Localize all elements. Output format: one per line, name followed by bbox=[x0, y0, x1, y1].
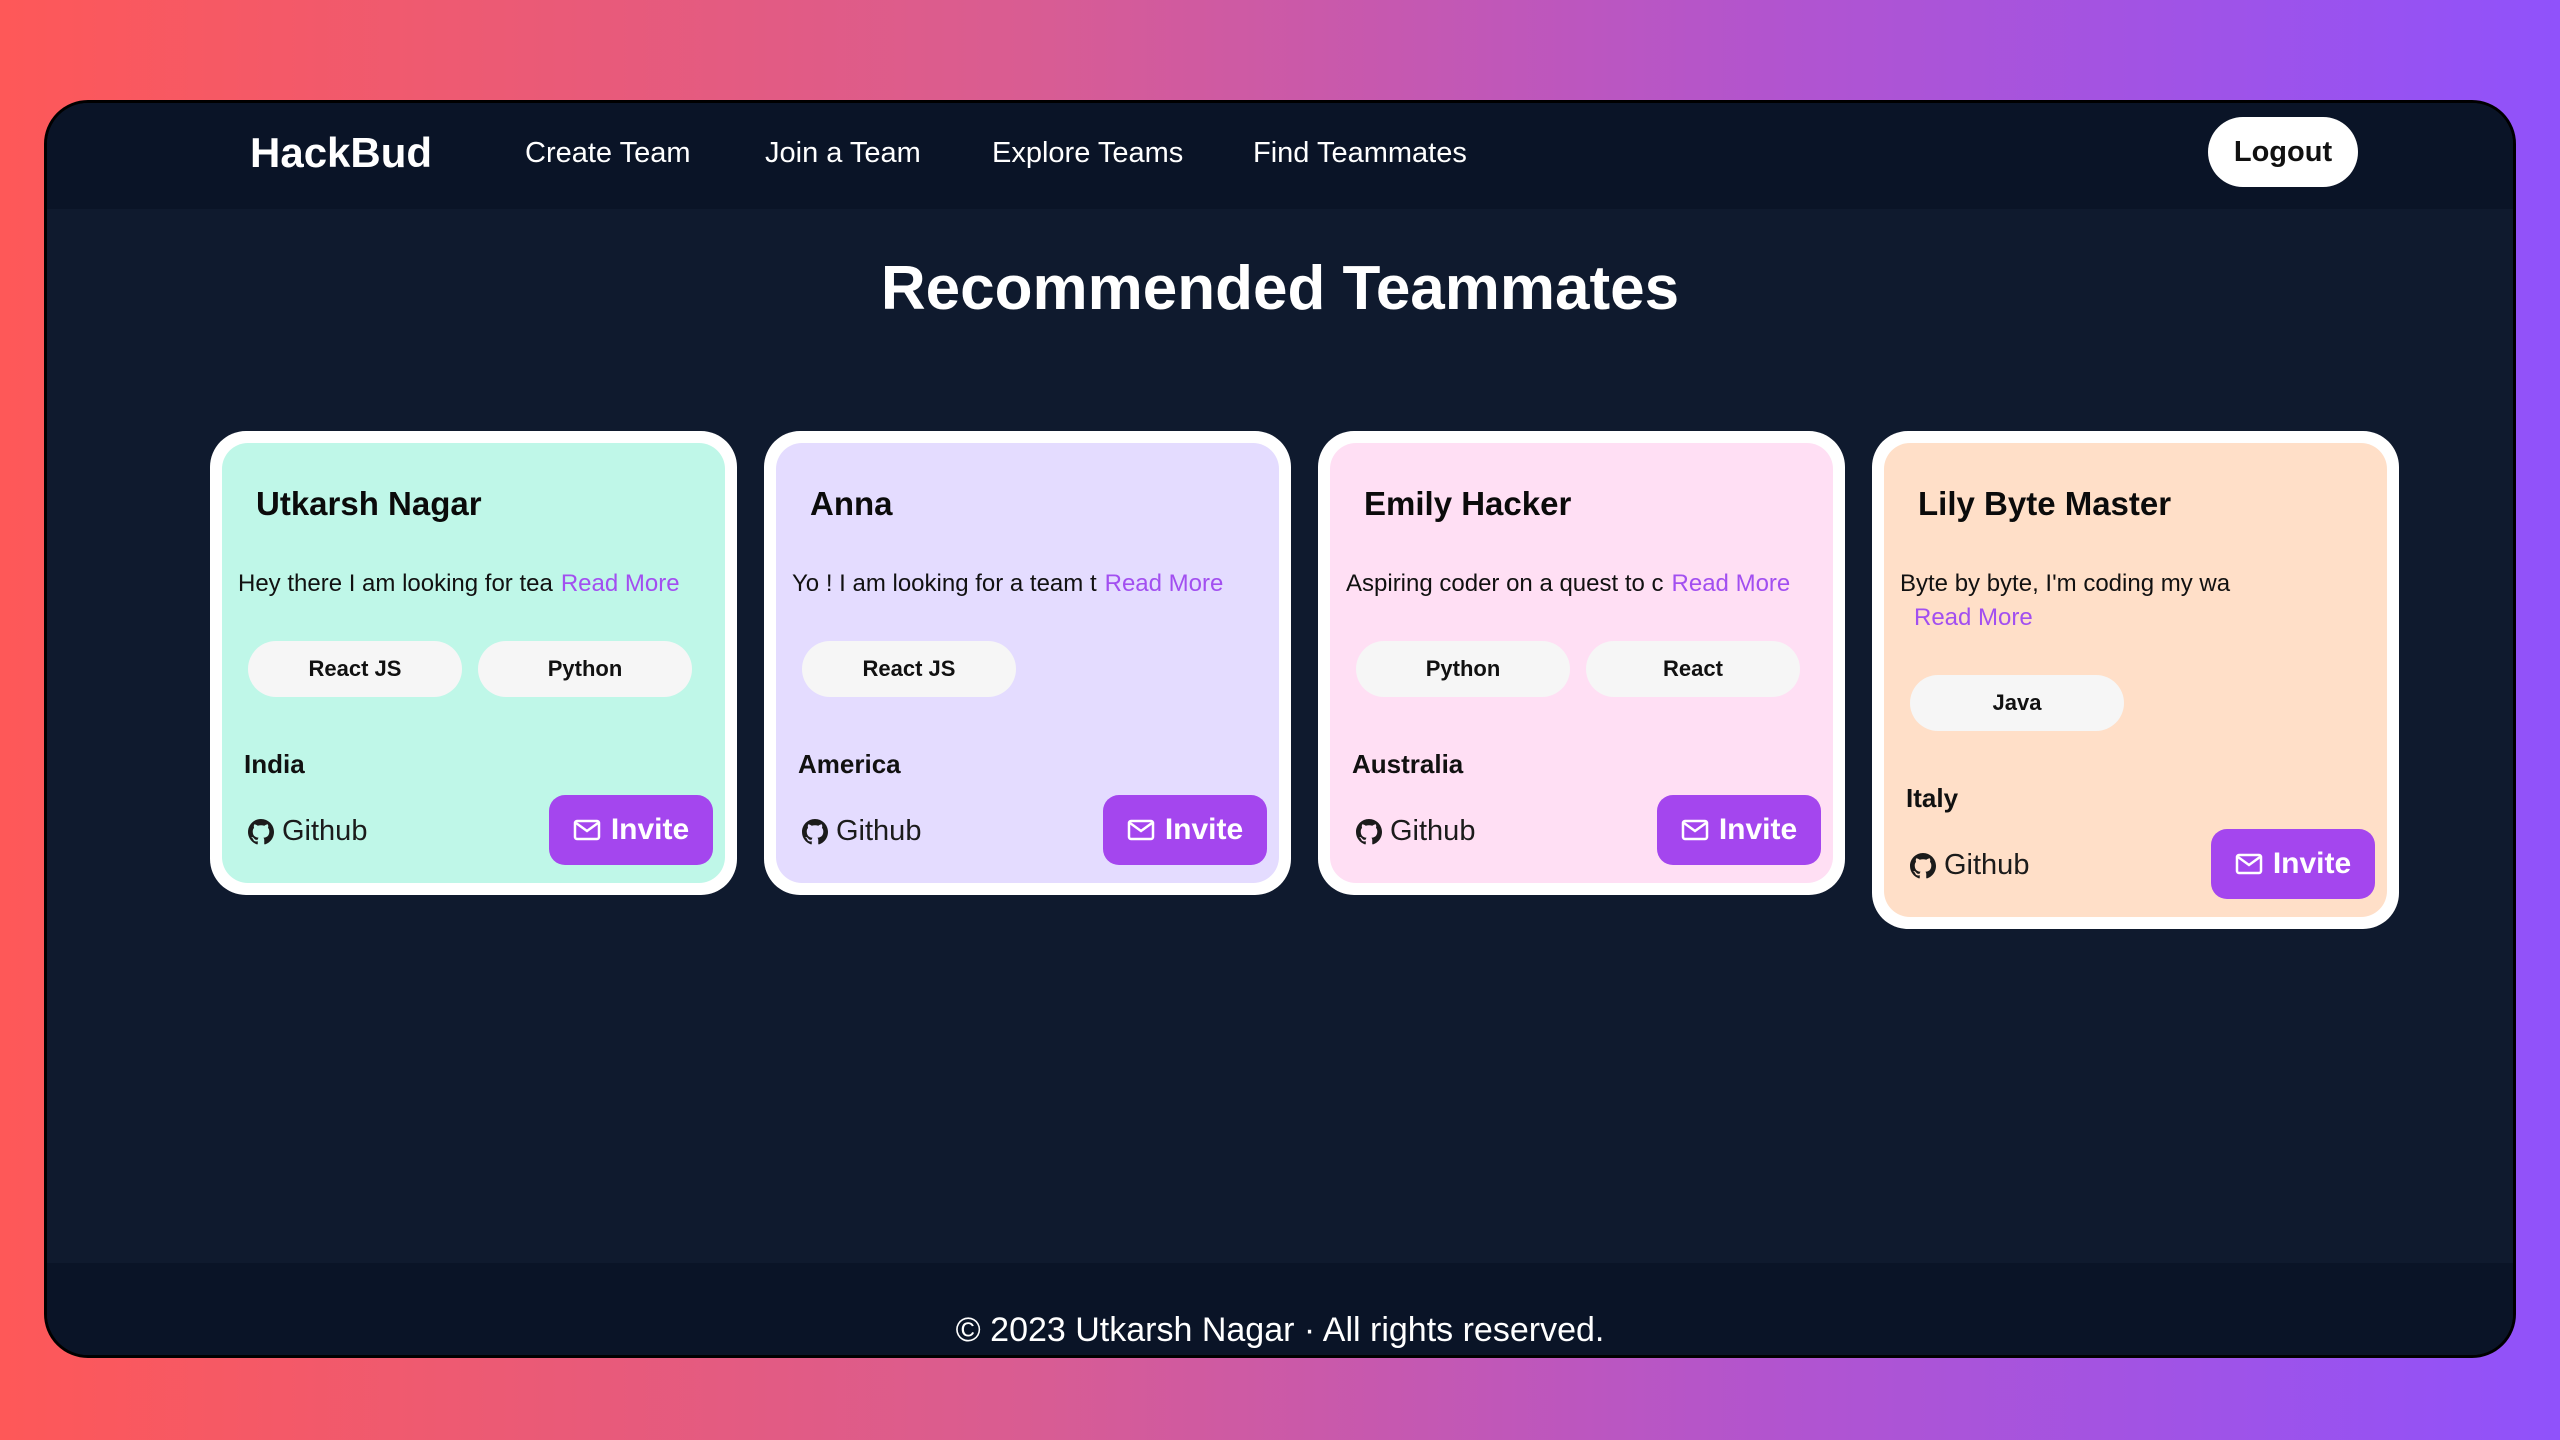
invite-label: Invite bbox=[610, 813, 690, 846]
footer: © 2023 Utkarsh Nagar · All rights reserv… bbox=[47, 1263, 2513, 1355]
github-icon bbox=[1356, 818, 1382, 844]
teammate-country: America bbox=[798, 749, 901, 779]
read-more-link[interactable]: Read More bbox=[1914, 604, 2033, 631]
nav-find-teammates[interactable]: Find Teammates bbox=[1253, 137, 1467, 170]
skill-tag: Python bbox=[478, 641, 692, 697]
invite-button[interactable]: Invite bbox=[1657, 795, 1821, 865]
teammate-country: India bbox=[244, 749, 305, 779]
teammate-card: Utkarsh Nagar Hey there I am looking for… bbox=[210, 431, 737, 895]
skill-tags: React JS Python bbox=[248, 641, 692, 697]
github-link[interactable]: Github bbox=[1356, 815, 1475, 848]
read-more-link[interactable]: Read More bbox=[1672, 570, 1791, 597]
skill-tags: Python React bbox=[1356, 641, 1800, 697]
teammate-name: Anna bbox=[810, 485, 893, 522]
skill-tag: React JS bbox=[802, 641, 1016, 697]
teammate-card: Lily Byte Master Byte by byte, I'm codin… bbox=[1872, 431, 2399, 929]
card-body: Anna Yo ! I am looking for a team t Read … bbox=[776, 443, 1279, 883]
github-label: Github bbox=[1944, 849, 2030, 881]
skill-tag: Python bbox=[1356, 641, 1570, 697]
github-link[interactable]: Github bbox=[802, 815, 921, 848]
nav-create-team[interactable]: Create Team bbox=[525, 137, 691, 170]
bio-text: Aspiring coder on a quest to c bbox=[1346, 570, 1664, 597]
invite-label: Invite bbox=[1164, 813, 1244, 846]
footer-copyright: © 2023 Utkarsh Nagar · All rights reserv… bbox=[955, 1311, 1605, 1349]
invite-button[interactable]: Invite bbox=[549, 795, 713, 865]
card-body: Utkarsh Nagar Hey there I am looking for… bbox=[222, 443, 725, 883]
skill-tags: Java bbox=[1910, 675, 2124, 731]
mail-icon bbox=[2235, 853, 2263, 875]
teammate-country: Australia bbox=[1352, 749, 1464, 779]
skill-tag: React JS bbox=[248, 641, 462, 697]
github-label: Github bbox=[282, 815, 368, 847]
teammate-card: Emily Hacker Aspiring coder on a quest t… bbox=[1318, 431, 1845, 895]
nav-join-team[interactable]: Join a Team bbox=[765, 137, 921, 170]
skill-tags: React JS bbox=[802, 641, 1016, 697]
github-link[interactable]: Github bbox=[248, 815, 367, 848]
teammate-bio: Aspiring coder on a quest to c Read More bbox=[1346, 567, 1826, 601]
nav-explore-teams[interactable]: Explore Teams bbox=[992, 137, 1183, 170]
github-icon bbox=[248, 818, 274, 844]
app-window: HackBud Create Team Join a Team Explore … bbox=[44, 100, 2516, 1358]
card-body: Lily Byte Master Byte by byte, I'm codin… bbox=[1884, 443, 2387, 917]
teammate-name: Emily Hacker bbox=[1364, 485, 1572, 522]
page-title: Recommended Teammates bbox=[880, 254, 1680, 323]
read-more-link[interactable]: Read More bbox=[1105, 570, 1224, 597]
teammate-country: Italy bbox=[1906, 783, 1959, 813]
navbar: HackBud Create Team Join a Team Explore … bbox=[47, 103, 2513, 209]
github-label: Github bbox=[836, 815, 922, 847]
teammate-card: Anna Yo ! I am looking for a team t Read … bbox=[764, 431, 1291, 895]
invite-label: Invite bbox=[1718, 813, 1798, 846]
mail-icon bbox=[1681, 819, 1709, 841]
invite-label: Invite bbox=[2272, 847, 2352, 880]
github-icon bbox=[1910, 852, 1936, 878]
bio-text: Yo ! I am looking for a team t bbox=[792, 570, 1097, 597]
mail-icon bbox=[1127, 819, 1155, 841]
github-link[interactable]: Github bbox=[1910, 849, 2029, 882]
github-icon bbox=[802, 818, 828, 844]
invite-button[interactable]: Invite bbox=[2211, 829, 2375, 899]
mail-icon bbox=[573, 819, 601, 841]
read-more-link[interactable]: Read More bbox=[561, 570, 680, 597]
skill-tag: React bbox=[1586, 641, 1800, 697]
skill-tag: Java bbox=[1910, 675, 2124, 731]
logout-button[interactable]: Logout bbox=[2208, 117, 2358, 187]
github-label: Github bbox=[1390, 815, 1476, 847]
teammate-name: Utkarsh Nagar bbox=[256, 485, 482, 522]
card-body: Emily Hacker Aspiring coder on a quest t… bbox=[1330, 443, 1833, 883]
bio-text: Byte by byte, I'm coding my wa bbox=[1900, 570, 2231, 597]
teammate-bio: Byte by byte, I'm coding my wa Read More bbox=[1900, 567, 2260, 635]
teammate-bio: Hey there I am looking for tea Read More bbox=[238, 567, 718, 601]
teammate-bio: Yo ! I am looking for a team t Read More bbox=[792, 567, 1272, 601]
teammate-name: Lily Byte Master bbox=[1918, 485, 2172, 522]
brand-logo[interactable]: HackBud bbox=[250, 129, 432, 177]
invite-button[interactable]: Invite bbox=[1103, 795, 1267, 865]
bio-text: Hey there I am looking for tea bbox=[238, 570, 553, 597]
